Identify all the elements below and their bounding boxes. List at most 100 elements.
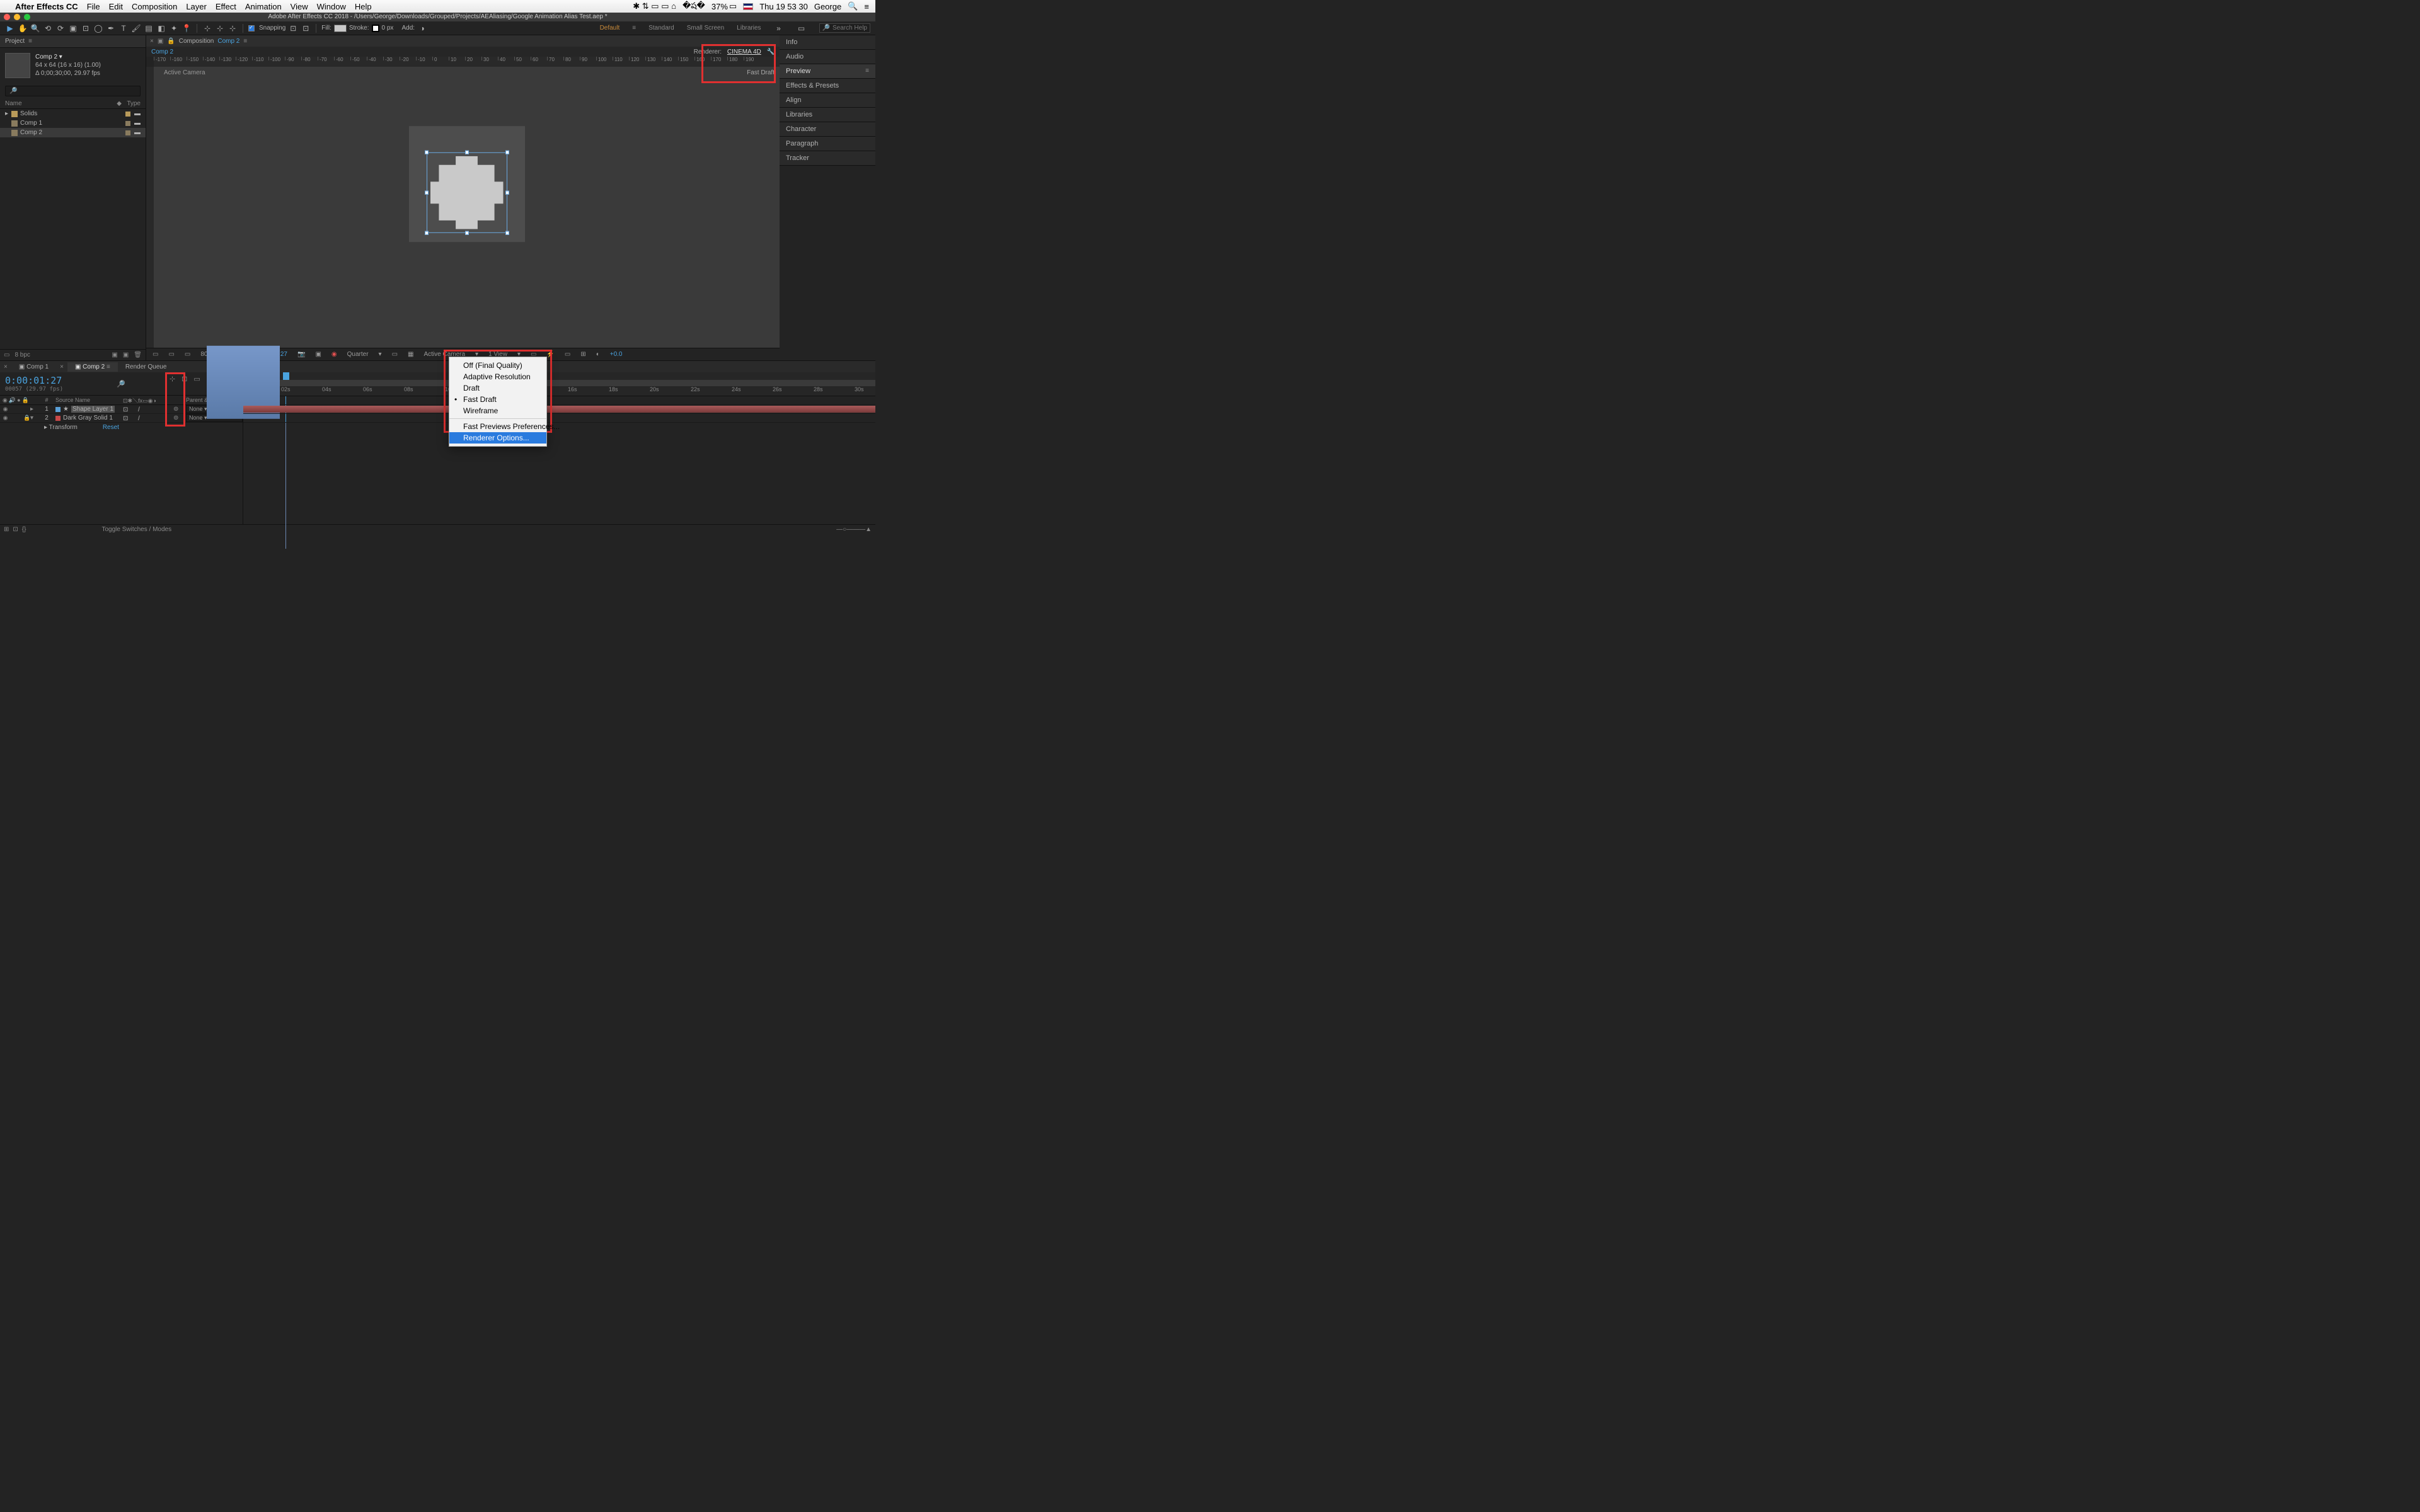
clock[interactable]: Thu 19 53 30	[759, 2, 808, 11]
timeline-icon[interactable]: ▭	[562, 351, 573, 358]
battery[interactable]: 37% ▭	[712, 1, 737, 11]
ctx-fast-prev-prefs[interactable]: Fast Previews Preferences...	[449, 421, 546, 432]
layer2-bar[interactable]	[243, 406, 875, 413]
reset-exposure-icon[interactable]: ◐	[594, 351, 602, 358]
mag-menu3-icon[interactable]: ▭	[182, 351, 193, 358]
resolution-dropdown[interactable]: Quarter	[345, 351, 371, 358]
menu-window[interactable]: Window	[317, 2, 346, 11]
panel-align[interactable]: Align	[780, 93, 875, 108]
ruler-vertical[interactable]	[146, 67, 154, 348]
add-menu-icon[interactable]: ◑	[417, 23, 427, 33]
tl-footer-icon3[interactable]: {}	[22, 526, 26, 533]
transparency-icon[interactable]: ▦	[405, 351, 416, 358]
snapping-checkbox[interactable]	[248, 25, 255, 32]
col-audio-icon[interactable]: 🔊	[9, 397, 16, 404]
workspace-panel-icon[interactable]: ▭	[797, 23, 807, 33]
comp-flow-icon[interactable]: ⊞	[578, 351, 588, 358]
viewer-lock2-icon[interactable]: 🔒	[167, 38, 175, 45]
menu-layer[interactable]: Layer	[186, 2, 207, 11]
label-column-icon[interactable]: ◆	[117, 100, 122, 107]
tl-footer-icon2[interactable]: ⊡	[13, 526, 18, 533]
zoom-slider[interactable]: —○———▲	[836, 526, 872, 533]
project-tab[interactable]: Project≡	[0, 35, 146, 48]
stroke-label[interactable]: Stroke:	[349, 25, 369, 32]
workspace-default[interactable]: Default	[600, 25, 620, 32]
wifi-icon[interactable]: �ష�	[683, 1, 705, 13]
workspace-standard[interactable]: Standard	[648, 25, 674, 32]
interpret-icon[interactable]: ▭	[4, 352, 9, 358]
timeline-transform-prop[interactable]: ▸ Transform Reset	[0, 423, 243, 432]
tl-tab-close-icon[interactable]: ×	[0, 364, 11, 370]
ctx-adaptive[interactable]: Adaptive Resolution	[449, 371, 546, 382]
new-comp-icon[interactable]: ▣	[123, 352, 129, 358]
project-item-comp2[interactable]: Comp 2 ▬	[0, 128, 146, 137]
hand-tool-icon[interactable]: ✋	[18, 23, 28, 33]
viewer-menu-icon[interactable]: ≡	[243, 38, 247, 45]
panel-character[interactable]: Character	[780, 122, 875, 137]
eraser-tool-icon[interactable]: ◧	[156, 23, 166, 33]
fill-label[interactable]: Fill:	[321, 25, 331, 32]
snapshot-icon[interactable]: 📷	[295, 351, 308, 358]
roto-tool-icon[interactable]: ✦	[169, 23, 179, 33]
menu-help[interactable]: Help	[355, 2, 372, 11]
current-time-indicator[interactable]	[283, 372, 289, 380]
brush-tool-icon[interactable]: 🖌	[131, 23, 141, 33]
col-solo-icon[interactable]: ●	[17, 397, 20, 404]
selection-tool-icon[interactable]: ▶	[5, 23, 15, 33]
rotation-tool-icon[interactable]: ⟳	[55, 23, 66, 33]
snap-opt1-icon[interactable]: ⊡	[288, 23, 298, 33]
project-columns[interactable]: Name ◆ Type	[0, 99, 146, 109]
workspace-smallscreen[interactable]: Small Screen	[687, 25, 724, 32]
menu-view[interactable]: View	[291, 2, 308, 11]
timeline-timecode[interactable]: 0:00:01:27	[5, 375, 112, 386]
renderer-name[interactable]: CINEMA 4D	[727, 49, 761, 55]
orbit-tool-icon[interactable]: ⟲	[43, 23, 53, 33]
world-axis-icon[interactable]: ⊹	[215, 23, 225, 33]
timeline-ruler[interactable]: 02s04s06s08s10s12s14s16s18s20s22s24s26s2…	[243, 372, 875, 396]
col-video-icon[interactable]: ◉	[3, 397, 8, 404]
tl-tab-comp2[interactable]: ▣ Comp 2 ≡	[67, 362, 118, 372]
panel-effects[interactable]: Effects & Presets	[780, 79, 875, 93]
panel-paragraph[interactable]: Paragraph	[780, 137, 875, 151]
workspace-overflow-icon[interactable]: »	[774, 23, 784, 33]
project-item-comp1[interactable]: Comp 1 ▬	[0, 118, 146, 128]
project-item-solids[interactable]: ▸Solids ▬	[0, 109, 146, 118]
ruler-horizontal[interactable]: -170-160-150-140-130-120-110-100-90-80-7…	[154, 57, 780, 67]
shape-layer-preview[interactable]	[430, 156, 504, 229]
menu-edit[interactable]: Edit	[109, 2, 123, 11]
ctx-fast-draft[interactable]: Fast Draft	[449, 394, 546, 405]
toggle-switches-modes[interactable]: Toggle Switches / Modes	[101, 526, 171, 533]
pen-tool-icon[interactable]: ✒	[106, 23, 116, 33]
tl-frame-blend-icon[interactable]: ▭	[193, 375, 200, 383]
stroke-width[interactable]: 0 px	[382, 25, 400, 32]
show-snapshot-icon[interactable]: ▣	[313, 351, 323, 358]
clone-tool-icon[interactable]: ▤	[144, 23, 154, 33]
stroke-swatch[interactable]	[372, 25, 379, 32]
menu-composition[interactable]: Composition	[132, 2, 177, 11]
panel-info[interactable]: Info	[780, 35, 875, 50]
user-name[interactable]: George	[814, 2, 841, 11]
preview-menu-icon[interactable]: ≡	[865, 67, 869, 74]
app-name[interactable]: After Effects CC	[15, 2, 78, 11]
menu-animation[interactable]: Animation	[245, 2, 282, 11]
mag-menu2-icon[interactable]: ▭	[166, 351, 176, 358]
viewer-lock-icon[interactable]: ▣	[158, 38, 163, 45]
camera-tool-icon[interactable]: ▣	[68, 23, 78, 33]
window-controls[interactable]	[4, 14, 30, 20]
type-tool-icon[interactable]: T	[118, 23, 129, 33]
transform-reset[interactable]: Reset	[103, 424, 119, 431]
tl-tab-comp1[interactable]: ▣ Comp 1	[11, 362, 56, 372]
renderer-options-icon[interactable]: 🔧	[767, 49, 775, 55]
tl-shy-icon[interactable]: ⊡	[182, 375, 187, 383]
workspace-default-menu-icon[interactable]: ≡	[632, 25, 636, 32]
col-lock-icon[interactable]: 🔒	[22, 397, 29, 404]
ctx-wireframe[interactable]: Wireframe	[449, 405, 546, 416]
col-shy-icon[interactable]: ⊡	[123, 398, 128, 404]
shape-tool-icon[interactable]: ◯	[93, 23, 103, 33]
panel-preview[interactable]: Preview≡	[780, 64, 875, 79]
trash-icon[interactable]: 🗑	[134, 352, 142, 358]
ctx-draft[interactable]: Draft	[449, 382, 546, 394]
panel-libraries[interactable]: Libraries	[780, 108, 875, 122]
mag-menu-icon[interactable]: ▭	[150, 351, 161, 358]
panel-audio[interactable]: Audio	[780, 50, 875, 64]
